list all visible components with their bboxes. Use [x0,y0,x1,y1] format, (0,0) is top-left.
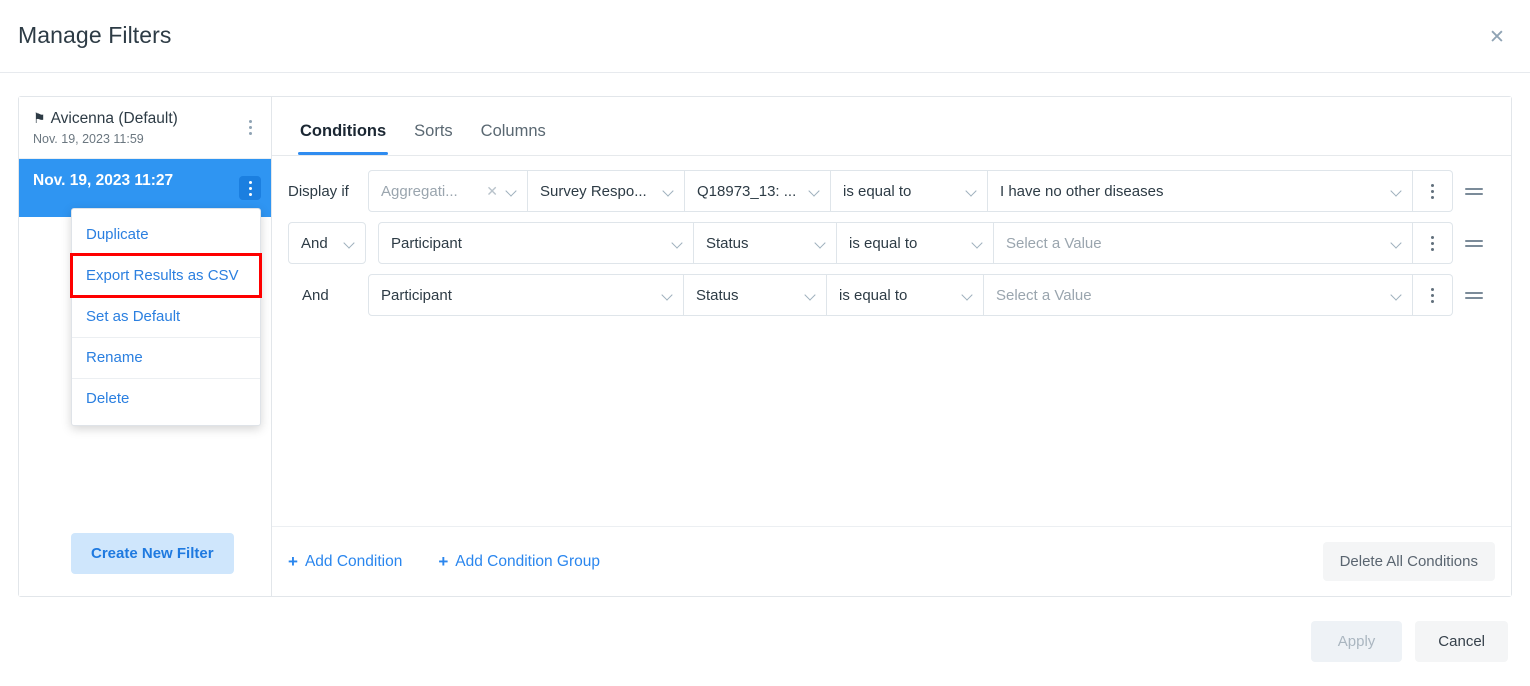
filter-context-menu: Duplicate Export Results as CSV Set as D… [71,208,261,426]
question-select[interactable]: Status [684,274,827,316]
chevron-down-icon [672,237,684,249]
source-select[interactable]: Participant [378,222,694,264]
source-select[interactable]: Survey Respo... [528,170,685,212]
chevron-down-icon [1391,185,1403,197]
question-select[interactable]: Q18973_13: ... [685,170,831,212]
add-condition-label: Add Condition [305,553,402,571]
create-new-filter-button[interactable]: Create New Filter [71,533,234,574]
plus-icon: + [288,553,298,570]
filter-options-kebab-icon[interactable] [239,116,261,140]
tab-columns[interactable]: Columns [467,122,560,155]
close-icon[interactable]: ✕ [1486,26,1508,48]
chevron-down-icon [966,185,978,197]
logic-operator-select[interactable]: And [288,222,366,264]
pin-icon: ⚑ [33,111,46,125]
value-select[interactable]: I have no other diseases [988,170,1413,212]
row-options-kebab-icon[interactable] [1413,274,1453,316]
menu-item-export-results-as-csv[interactable]: Export Results as CSV [72,255,260,296]
modal-header: Manage Filters ✕ [0,0,1530,73]
chevron-down-icon [809,185,821,197]
tab-sorts[interactable]: Sorts [400,122,467,155]
filter-list-item-default[interactable]: ⚑ Avicenna (Default) Nov. 19, 2023 11:59 [19,97,271,159]
conditions-panel: Conditions Sorts Columns Display if Aggr… [272,97,1511,596]
clear-icon[interactable]: ✕ [486,184,498,198]
add-condition-group-label: Add Condition Group [455,553,600,571]
plus-icon: + [438,553,448,570]
condition-prefix-label: Display if [288,183,368,200]
filter-options-kebab-icon-active[interactable] [239,176,261,200]
row-options-kebab-icon[interactable] [1413,222,1453,264]
value-select[interactable]: Select a Value [994,222,1413,264]
menu-item-duplicate[interactable]: Duplicate [72,215,260,255]
chevron-down-icon [972,237,984,249]
chevron-down-icon [662,289,674,301]
menu-item-delete[interactable]: Delete [72,378,260,419]
filter-date: Nov. 19, 2023 11:59 [33,131,257,147]
chevron-down-icon [805,289,817,301]
filter-name-row: Nov. 19, 2023 11:27 [33,171,257,191]
filters-panel: ⚑ Avicenna (Default) Nov. 19, 2023 11:59… [19,97,272,596]
add-condition-group-button[interactable]: + Add Condition Group [438,553,600,571]
condition-field-group: Participant Status is equal to Sele [368,274,1453,316]
drag-handle-icon[interactable] [1453,274,1495,316]
row-options-kebab-icon[interactable] [1413,170,1453,212]
menu-item-set-as-default[interactable]: Set as Default [72,296,260,337]
condition-field-group: Aggregati... ✕ Survey Respo... Q18973_13… [368,170,1453,212]
aggregation-select[interactable]: Aggregati... ✕ [368,170,528,212]
filter-name: Nov. 19, 2023 11:27 [33,171,173,191]
source-select[interactable]: Participant [368,274,684,316]
tab-conditions[interactable]: Conditions [286,122,400,155]
operator-select[interactable]: is equal to [831,170,988,212]
condition-row: And Participant Status is eq [288,222,1495,264]
condition-field-group: Participant Status is equal to Sele [378,222,1453,264]
tab-bar: Conditions Sorts Columns [272,97,1511,156]
chevron-down-icon [962,289,974,301]
conditions-footer: + Add Condition + Add Condition Group De… [272,526,1511,596]
page-title: Manage Filters [18,22,172,49]
cancel-button[interactable]: Cancel [1415,621,1508,662]
chevron-down-icon [663,185,675,197]
modal-footer: Apply Cancel [0,597,1530,686]
drag-handle-icon[interactable] [1453,170,1495,212]
chevron-down-icon [506,185,518,197]
conditions-list: Display if Aggregati... ✕ Survey Respo..… [272,156,1511,316]
condition-row: Display if Aggregati... ✕ Survey Respo..… [288,170,1495,212]
menu-item-rename[interactable]: Rename [72,337,260,378]
create-filter-wrap: Create New Filter [19,533,272,596]
drag-handle-icon[interactable] [1453,222,1495,264]
operator-select[interactable]: is equal to [827,274,984,316]
modal-body: ⚑ Avicenna (Default) Nov. 19, 2023 11:59… [18,96,1512,597]
chevron-down-icon [1391,289,1403,301]
add-condition-button[interactable]: + Add Condition [288,553,402,571]
chevron-down-icon [815,237,827,249]
question-select[interactable]: Status [694,222,837,264]
condition-row: And Participant Status is equal to [288,274,1495,316]
operator-select[interactable]: is equal to [837,222,994,264]
manage-filters-modal: Manage Filters ✕ ⚑ Avicenna (Default) No… [0,0,1530,686]
filter-name: Avicenna (Default) [51,109,178,129]
filter-name-row: ⚑ Avicenna (Default) [33,109,257,129]
apply-button[interactable]: Apply [1311,621,1403,662]
chevron-down-icon [344,237,356,249]
delete-all-conditions-button[interactable]: Delete All Conditions [1323,542,1495,581]
condition-prefix-label: And [288,287,368,304]
chevron-down-icon [1391,237,1403,249]
value-select[interactable]: Select a Value [984,274,1413,316]
